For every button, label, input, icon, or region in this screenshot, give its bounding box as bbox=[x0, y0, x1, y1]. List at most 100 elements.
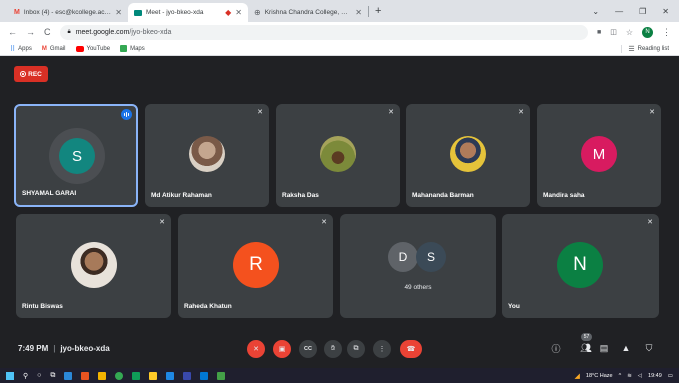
notifications-icon[interactable]: ▭ bbox=[668, 373, 673, 379]
star-icon[interactable]: ☆ bbox=[626, 28, 633, 37]
captions-icon: CC bbox=[304, 346, 312, 352]
profile-avatar[interactable]: N bbox=[642, 26, 653, 38]
tab-title: Meet - jyo-bkeo-xda bbox=[146, 9, 204, 16]
close-tab-icon[interactable]: ✕ bbox=[355, 8, 362, 17]
volume-icon[interactable]: ◁ bbox=[638, 373, 642, 379]
search-icon[interactable]: ⚲ bbox=[23, 372, 28, 380]
gmail-icon: M bbox=[41, 45, 47, 52]
maps-icon bbox=[120, 45, 128, 52]
captions-button[interactable]: CC bbox=[299, 340, 317, 358]
others-tile[interactable]: D S 49 others bbox=[340, 214, 496, 318]
taskbar-app-icon[interactable] bbox=[200, 371, 209, 380]
recording-indicator[interactable]: REC bbox=[14, 66, 48, 82]
camera-off-icon: ▣ bbox=[278, 346, 286, 353]
participant-tile-raksha[interactable]: ✕ Raksha Das bbox=[276, 104, 400, 207]
participant-tile-mahananda[interactable]: ✕ Mahananda Barman bbox=[406, 104, 530, 207]
others-count: 49 others bbox=[404, 284, 432, 291]
bookmarks-bar: ⠿ Apps M Gmail YouTube Maps ☰ Reading list bbox=[0, 42, 679, 56]
taskbar-app-icon[interactable] bbox=[217, 371, 226, 380]
tab-title: Krishna Chandra College, Hetam bbox=[264, 9, 352, 16]
tab-college[interactable]: ⊕ Krishna Chandra College, Hetam ✕ bbox=[248, 3, 368, 22]
restore-icon[interactable]: ❐ bbox=[639, 7, 646, 16]
participant-tile-shyamal[interactable]: S SHYAMAL GARAI bbox=[14, 104, 138, 207]
camera-toggle-button[interactable]: ▣ bbox=[273, 340, 291, 358]
speaking-indicator-icon bbox=[121, 109, 132, 120]
tab-title: Inbox (4) - esc@kcollege.ac.in - bbox=[23, 9, 112, 16]
activities-button[interactable]: ▲ bbox=[619, 341, 633, 355]
more-options-button[interactable]: ⋮ bbox=[373, 340, 391, 358]
close-tab-icon[interactable]: ✕ bbox=[115, 8, 122, 17]
taskbar-clock[interactable]: 19:49 bbox=[648, 373, 662, 379]
participant-tile-atikur[interactable]: ✕ Md Atikur Rahaman bbox=[145, 104, 269, 207]
chrome-icon[interactable] bbox=[115, 371, 124, 380]
bookmark-label: Gmail bbox=[49, 45, 66, 52]
mic-off-icon: ✕ bbox=[649, 109, 655, 116]
wifi-icon[interactable]: ≋ bbox=[627, 373, 632, 379]
windows-taskbar: ⚲ ○ ⧉ ◢ 18°C Haze ^ ≋ ◁ 19:49 ▭ bbox=[0, 368, 679, 383]
menu-icon[interactable]: ⋮ bbox=[662, 27, 671, 38]
reading-list-button[interactable]: ☰ Reading list bbox=[621, 44, 669, 53]
participant-tile-you[interactable]: ✕ N You bbox=[502, 214, 659, 318]
participant-name: Md Atikur Rahaman bbox=[151, 192, 212, 199]
weather-text[interactable]: 18°C Haze bbox=[586, 373, 613, 379]
system-tray: ◢ 18°C Haze ^ ≋ ◁ 19:49 ▭ bbox=[575, 372, 673, 380]
taskbar-app-icon[interactable] bbox=[98, 371, 107, 380]
participant-tile-raheda[interactable]: ✕ R Raheda Khatun bbox=[178, 214, 333, 318]
tab-meet[interactable]: Meet - jyo-bkeo-xda ◆ ✕ bbox=[128, 3, 248, 22]
mic-off-icon: ✕ bbox=[253, 346, 259, 353]
activities-icon: ▲ bbox=[621, 343, 631, 353]
windows-start-icon[interactable] bbox=[6, 371, 14, 380]
url-path: /jyo-bkeo-xda bbox=[129, 28, 172, 36]
bookmark-youtube[interactable]: YouTube bbox=[75, 45, 110, 52]
taskbar-app-icon[interactable] bbox=[132, 371, 141, 380]
mic-off-icon: ✕ bbox=[647, 219, 653, 226]
recording-label: REC bbox=[28, 70, 42, 78]
people-button[interactable]: 👥︎ bbox=[579, 341, 593, 355]
participant-tile-mandira[interactable]: ✕ M Mandira saha bbox=[537, 104, 661, 207]
cortana-icon[interactable]: ○ bbox=[37, 372, 41, 379]
taskbar-app-icon[interactable] bbox=[81, 371, 90, 380]
minimize-icon[interactable]: — bbox=[615, 7, 623, 16]
reload-icon[interactable]: C bbox=[44, 27, 51, 37]
close-window-icon[interactable]: ✕ bbox=[662, 7, 669, 16]
youtube-icon bbox=[75, 45, 84, 52]
participant-name: Mandira saha bbox=[543, 192, 585, 199]
participant-name: Raheda Khatun bbox=[184, 303, 232, 310]
chevron-up-icon[interactable]: ^ bbox=[619, 373, 622, 379]
leave-call-button[interactable]: ☎︎ bbox=[400, 340, 422, 358]
taskbar-app-icon[interactable] bbox=[166, 371, 175, 380]
taskbar-app-icon[interactable] bbox=[183, 371, 192, 380]
avatar: R bbox=[233, 242, 279, 288]
host-controls-button[interactable]: ⛉ bbox=[642, 341, 656, 355]
lock-icon: 🔒︎ bbox=[67, 28, 71, 35]
back-icon[interactable]: ← bbox=[8, 27, 17, 37]
taskbar-app-icon[interactable] bbox=[149, 371, 158, 380]
chat-button[interactable]: ▤ bbox=[597, 341, 611, 355]
taskbar-app-icon[interactable] bbox=[64, 371, 73, 380]
extension-icon[interactable]: ◫ bbox=[610, 28, 617, 36]
new-tab-button[interactable]: + bbox=[369, 5, 387, 17]
forward-icon[interactable]: → bbox=[26, 27, 35, 37]
task-view-icon[interactable]: ⧉ bbox=[50, 372, 55, 380]
bookmark-maps[interactable]: Maps bbox=[120, 45, 145, 52]
close-tab-icon[interactable]: ✕ bbox=[235, 8, 242, 17]
apps-grid-icon: ⠿ bbox=[10, 45, 16, 53]
avatar: D bbox=[388, 242, 418, 272]
meeting-details-button[interactable]: ⓘ bbox=[549, 341, 563, 355]
browser-toolbar: ← → C 🔒︎ meet.google.com/jyo-bkeo-xda ■ … bbox=[0, 22, 679, 42]
tab-gmail[interactable]: M Inbox (4) - esc@kcollege.ac.in - ✕ bbox=[8, 3, 128, 22]
present-button[interactable]: ⧉ bbox=[347, 340, 365, 358]
bookmark-gmail[interactable]: M Gmail bbox=[42, 46, 66, 52]
raise-hand-button[interactable]: ✋︎ bbox=[324, 340, 342, 358]
camera-in-use-icon[interactable]: ■ bbox=[597, 29, 601, 36]
globe-icon: ⊕ bbox=[254, 8, 261, 17]
tab-search-icon[interactable]: ⌄ bbox=[592, 7, 599, 16]
recording-dot-icon: ◆ bbox=[225, 8, 232, 17]
bookmark-apps[interactable]: ⠿ Apps bbox=[10, 45, 32, 53]
avatar: S bbox=[416, 242, 446, 272]
info-icon: ⓘ bbox=[551, 343, 561, 354]
weather-icon: ◢ bbox=[574, 372, 580, 380]
participant-tile-rintu[interactable]: ✕ Rintu Biswas bbox=[16, 214, 171, 318]
mic-toggle-button[interactable]: ✕ bbox=[247, 340, 265, 358]
address-bar[interactable]: 🔒︎ meet.google.com/jyo-bkeo-xda bbox=[59, 24, 588, 40]
